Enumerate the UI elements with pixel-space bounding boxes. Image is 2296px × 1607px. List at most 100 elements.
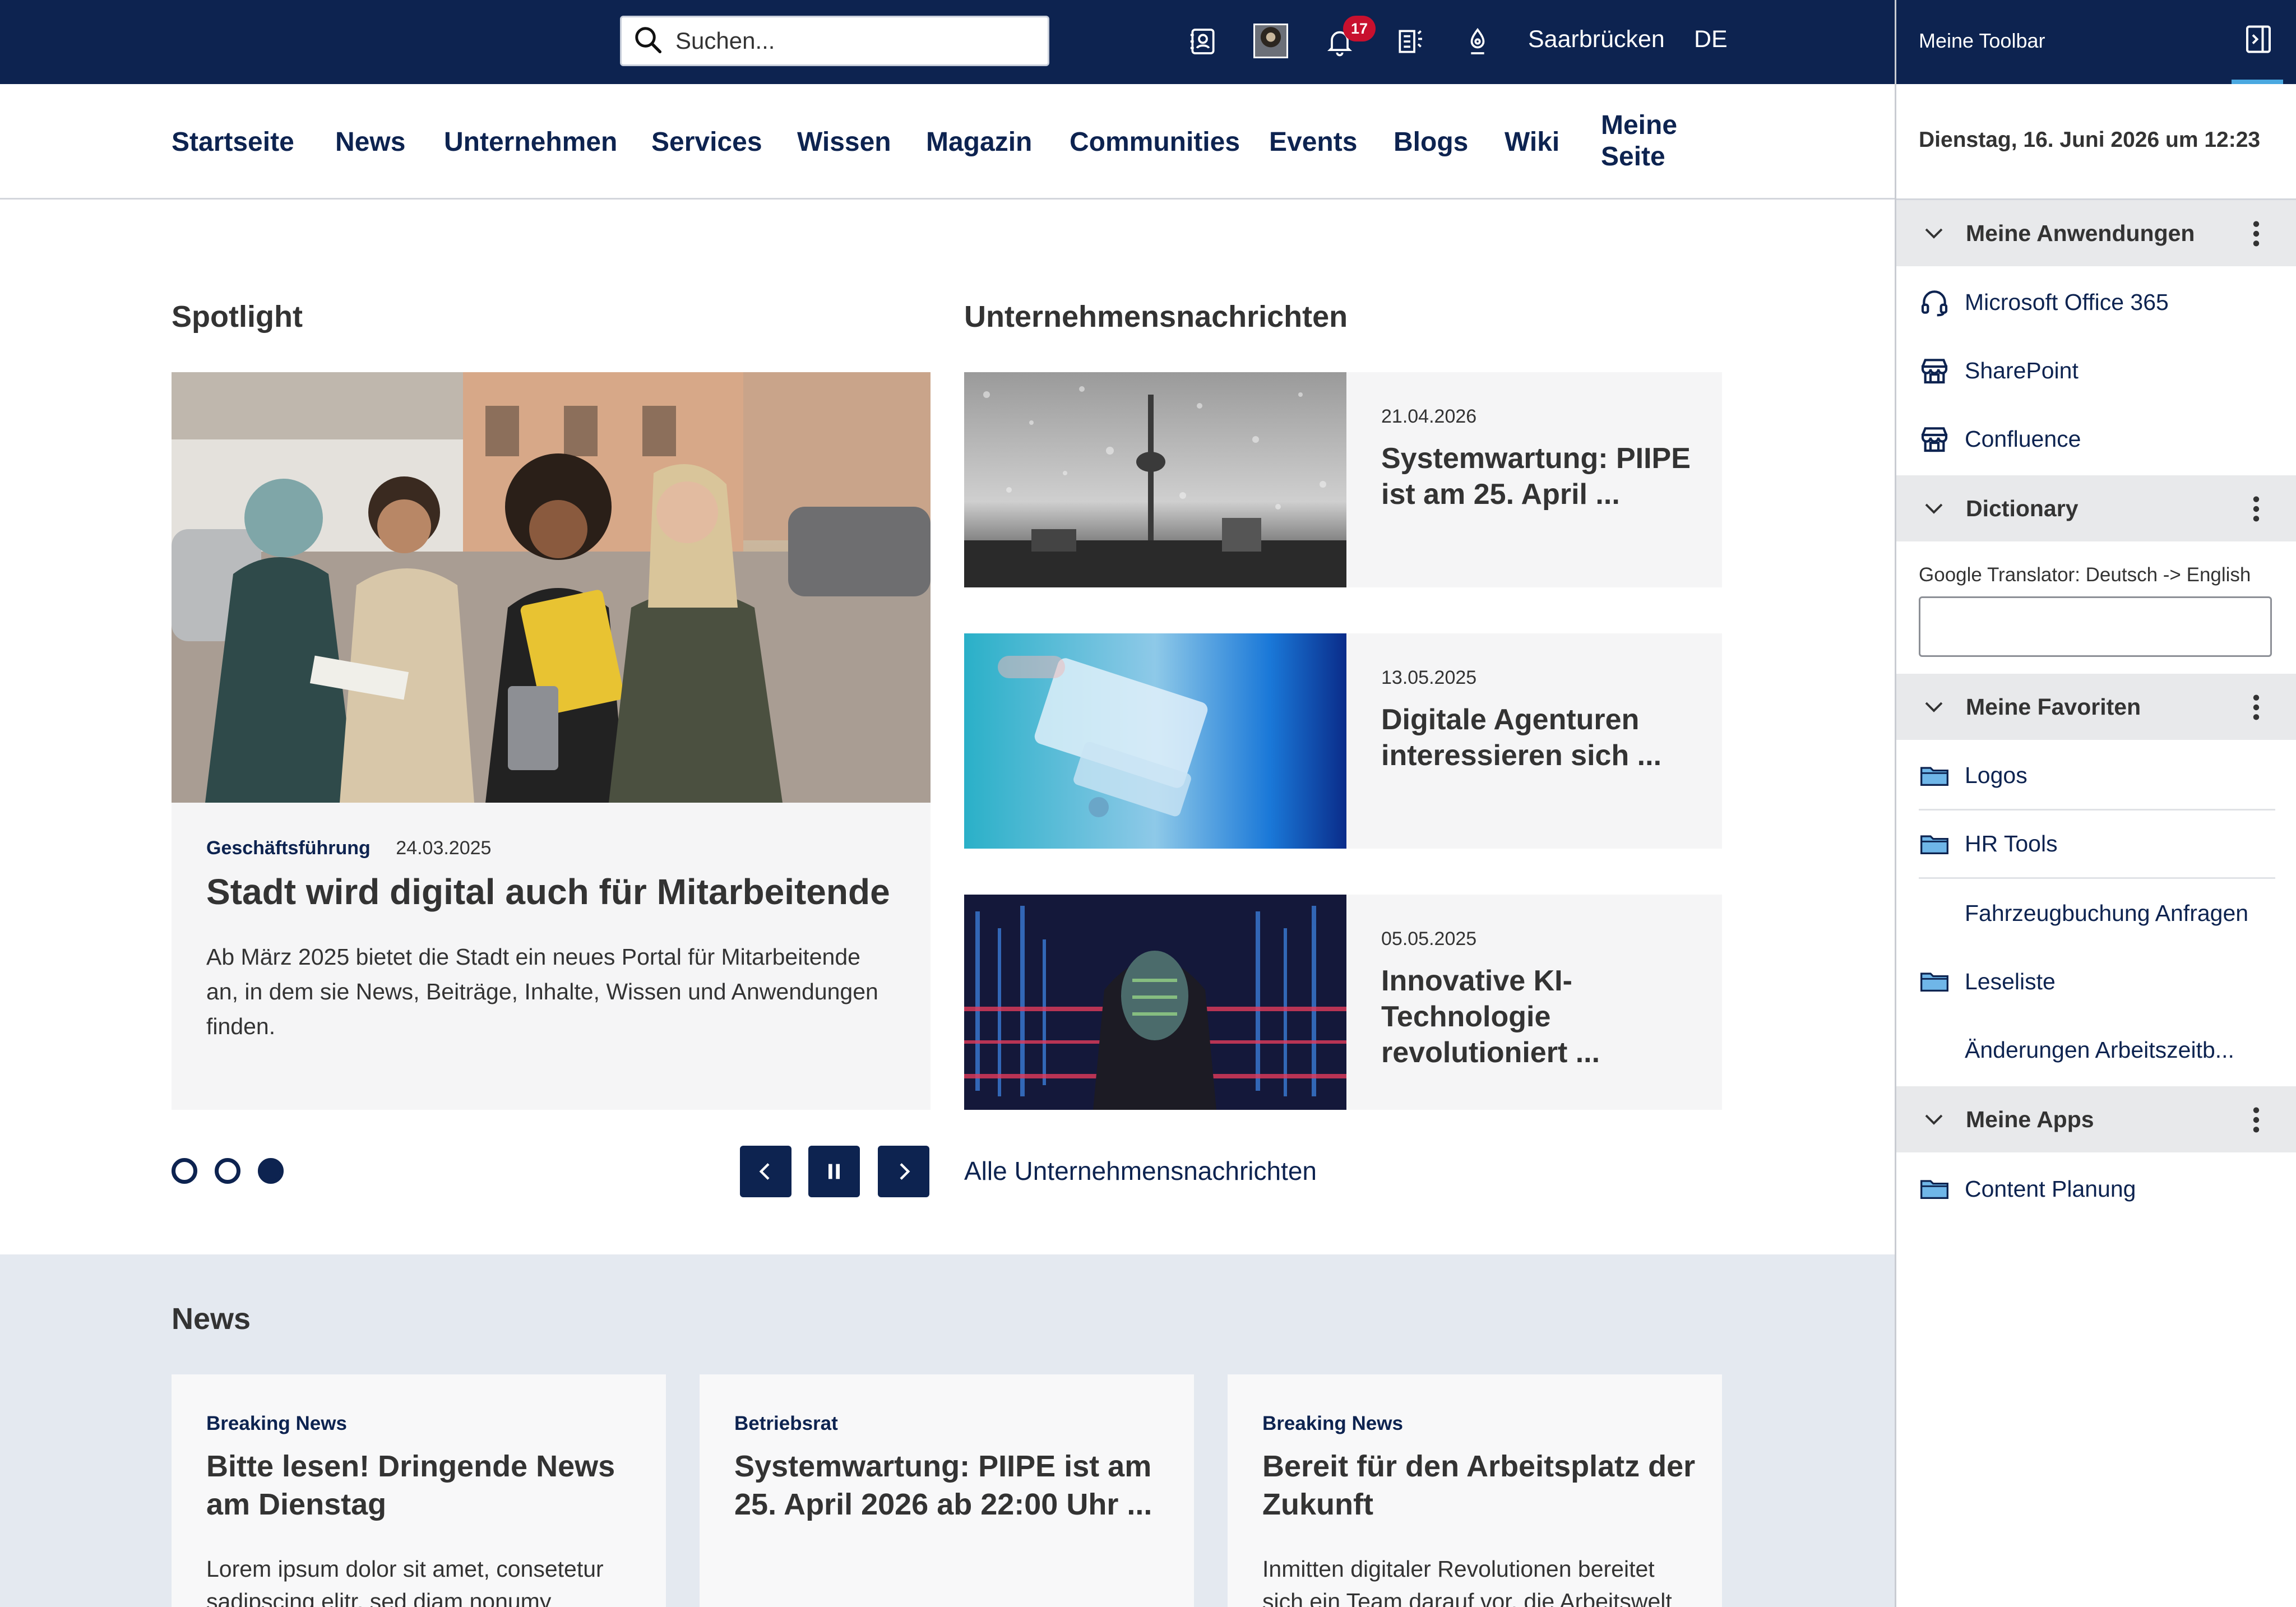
company-news-item-3[interactable]: 05.05.2025 Innovative KI-Technologie rev… bbox=[964, 895, 1722, 1110]
company-news-item-2[interactable]: 13.05.2025 Digitale Agenturen interessie… bbox=[964, 633, 1722, 849]
main-content: 17 Saarbrücken DE Startseite News Untern… bbox=[0, 0, 1895, 1607]
company-news-title-3[interactable]: Innovative KI-Technologie revolutioniert… bbox=[1381, 963, 1695, 1071]
search-icon bbox=[633, 25, 663, 58]
search-input[interactable] bbox=[675, 27, 1034, 54]
folder-icon bbox=[1919, 966, 1950, 997]
carousel-next-button[interactable] bbox=[878, 1146, 929, 1197]
nav-magazin[interactable]: Magazin bbox=[926, 127, 1032, 158]
location-selector[interactable]: Saarbrücken bbox=[1528, 26, 1665, 53]
all-company-news-link[interactable]: Alle Unternehmensnachrichten bbox=[964, 1156, 1317, 1186]
app-item-label: SharePoint bbox=[1965, 357, 2079, 383]
nav-my-page[interactable]: Meine Seite bbox=[1601, 110, 1677, 173]
carousel-dot-1[interactable] bbox=[172, 1158, 197, 1184]
company-news-image-1 bbox=[964, 372, 1346, 587]
news-card-1[interactable]: Breaking News Bitte lesen! Dringende New… bbox=[172, 1374, 666, 1607]
nav-blogs[interactable]: Blogs bbox=[1394, 127, 1468, 158]
folder-icon bbox=[1919, 760, 1950, 791]
spotlight-card[interactable]: Geschäftsführung 24.03.2025 Stadt wird d… bbox=[172, 372, 931, 1110]
nav-events[interactable]: Events bbox=[1269, 127, 1357, 158]
dictionary-label: Google Translator: Deutsch -> English bbox=[1919, 564, 2251, 586]
news-card-category: Breaking News bbox=[1262, 1413, 1403, 1434]
news-card-3[interactable]: Breaking News Bereit für den Arbeitsplat… bbox=[1228, 1374, 1722, 1607]
favorite-item-leseliste[interactable]: Leseliste bbox=[1919, 947, 2275, 1016]
nav-news[interactable]: News bbox=[335, 127, 405, 158]
favorite-item-hr-tools[interactable]: HR Tools bbox=[1919, 811, 2275, 879]
myapp-item-content-planung[interactable]: Content Planung bbox=[1919, 1155, 2275, 1223]
spotlight-meta: Geschäftsführung 24.03.2025 bbox=[206, 837, 491, 859]
location-pin-icon[interactable] bbox=[1460, 24, 1496, 59]
accordion-applications[interactable]: Meine Anwendungen bbox=[1896, 200, 2296, 266]
more-options-icon[interactable] bbox=[2251, 494, 2262, 524]
news-card-title[interactable]: Bitte lesen! Dringende News am Dienstag bbox=[206, 1447, 644, 1523]
nav-communities[interactable]: Communities bbox=[1070, 127, 1240, 158]
nav-unternehmen[interactable]: Unternehmen bbox=[444, 127, 617, 158]
news-card-title[interactable]: Systemwartung: PIIPE ist am 25. April 20… bbox=[734, 1447, 1172, 1523]
folder-icon bbox=[1919, 1173, 1950, 1205]
spotlight-title[interactable]: Stadt wird digital auch für Mitarbeitend… bbox=[206, 871, 907, 913]
favorite-item-label: HR Tools bbox=[1965, 831, 2058, 856]
collapse-panel-icon[interactable] bbox=[2242, 22, 2275, 56]
app-item-label: Microsoft Office 365 bbox=[1965, 289, 2169, 315]
carousel-prev-button[interactable] bbox=[740, 1146, 791, 1197]
chevron-down-icon bbox=[1925, 702, 1943, 712]
spotlight-category: Geschäftsführung bbox=[206, 837, 371, 859]
company-news-heading: Unternehmensnachrichten bbox=[964, 300, 1348, 334]
nav-services[interactable]: Services bbox=[651, 127, 762, 158]
top-bar: 17 Saarbrücken DE bbox=[0, 0, 1895, 84]
news-card-category: Breaking News bbox=[206, 1413, 347, 1434]
folder-icon bbox=[1919, 828, 1950, 860]
company-news-image-2 bbox=[964, 633, 1346, 849]
nav-my-page-line2: Seite bbox=[1601, 142, 1665, 172]
nav-wiki[interactable]: Wiki bbox=[1505, 127, 1559, 158]
app-item-confluence[interactable]: Confluence bbox=[1919, 405, 2275, 473]
more-options-icon[interactable] bbox=[2251, 693, 2262, 722]
accordion-dictionary[interactable]: Dictionary bbox=[1896, 475, 2296, 541]
news-card-2[interactable]: Betriebsrat Systemwartung: PIIPE ist am … bbox=[700, 1374, 1194, 1607]
company-news-date-3: 05.05.2025 bbox=[1381, 928, 1477, 950]
accordion-favorites[interactable]: Meine Favoriten bbox=[1896, 674, 2296, 740]
favorite-item-label: Änderungen Arbeitszeitb... bbox=[1965, 1036, 2234, 1063]
company-news-item-1[interactable]: 21.04.2026 Systemwartung: PIIPE ist am 2… bbox=[964, 372, 1722, 587]
company-news-title-1[interactable]: Systemwartung: PIIPE ist am 25. April ..… bbox=[1381, 441, 1695, 512]
news-card-title[interactable]: Bereit für den Arbeitsplatz der Zukunft bbox=[1262, 1447, 1700, 1523]
language-selector[interactable]: DE bbox=[1694, 26, 1728, 53]
toolbar-header: Meine Toolbar bbox=[1896, 0, 2296, 84]
toolbar-datetime: Dienstag, 16. Juni 2026 um 12:23 bbox=[1919, 128, 2261, 152]
carousel-pause-button[interactable] bbox=[808, 1146, 860, 1197]
search-box[interactable] bbox=[620, 16, 1049, 66]
company-news-date-2: 13.05.2025 bbox=[1381, 667, 1477, 688]
toolbar-active-indicator bbox=[2232, 80, 2283, 84]
favorite-item-fahrzeugbuchung[interactable]: Fahrzeugbuchung Anfragen bbox=[1919, 879, 2275, 947]
store-icon bbox=[1919, 355, 1950, 386]
favorite-item-label: Fahrzeugbuchung Anfragen bbox=[1965, 900, 2249, 926]
avatar[interactable] bbox=[1253, 24, 1288, 58]
carousel-dot-3[interactable] bbox=[258, 1158, 284, 1184]
more-options-icon[interactable] bbox=[2251, 219, 2262, 248]
news-card-category: Betriebsrat bbox=[734, 1413, 838, 1434]
news-card-text: Inmitten digitaler Revolutionen bereitet… bbox=[1262, 1556, 1672, 1607]
app-item-office365[interactable]: Microsoft Office 365 bbox=[1919, 268, 2275, 336]
dictionary-input[interactable] bbox=[1919, 596, 2272, 657]
spotlight-text: Ab März 2025 bietet die Stadt ein neues … bbox=[206, 944, 878, 1039]
main-navigation: Startseite News Unternehmen Services Wis… bbox=[0, 84, 1895, 200]
nav-wissen[interactable]: Wissen bbox=[797, 127, 891, 158]
accordion-title: Meine Apps bbox=[1966, 1106, 2094, 1132]
spotlight-date: 24.03.2025 bbox=[396, 837, 492, 859]
headset-icon bbox=[1919, 286, 1950, 318]
nav-my-page-line1: Meine bbox=[1601, 110, 1678, 140]
pause-icon bbox=[828, 1164, 840, 1179]
more-options-icon[interactable] bbox=[2251, 1105, 2262, 1134]
app-item-label: Confluence bbox=[1965, 425, 2081, 452]
favorite-item-logos[interactable]: Logos bbox=[1919, 742, 2275, 811]
news-edit-icon[interactable] bbox=[1392, 24, 1428, 59]
company-news-title-2[interactable]: Digitale Agenturen interessieren sich ..… bbox=[1381, 702, 1695, 774]
chevron-down-icon bbox=[1925, 503, 1943, 514]
accordion-apps[interactable]: Meine Apps bbox=[1896, 1086, 2296, 1152]
store-icon bbox=[1919, 423, 1950, 455]
nav-startseite[interactable]: Startseite bbox=[172, 127, 294, 158]
news-heading: News bbox=[172, 1302, 251, 1336]
app-item-sharepoint[interactable]: SharePoint bbox=[1919, 336, 2275, 405]
favorite-item-aenderungen[interactable]: Änderungen Arbeitszeitb... bbox=[1919, 1016, 2275, 1084]
contacts-icon[interactable] bbox=[1185, 24, 1221, 59]
carousel-dot-2[interactable] bbox=[215, 1158, 240, 1184]
